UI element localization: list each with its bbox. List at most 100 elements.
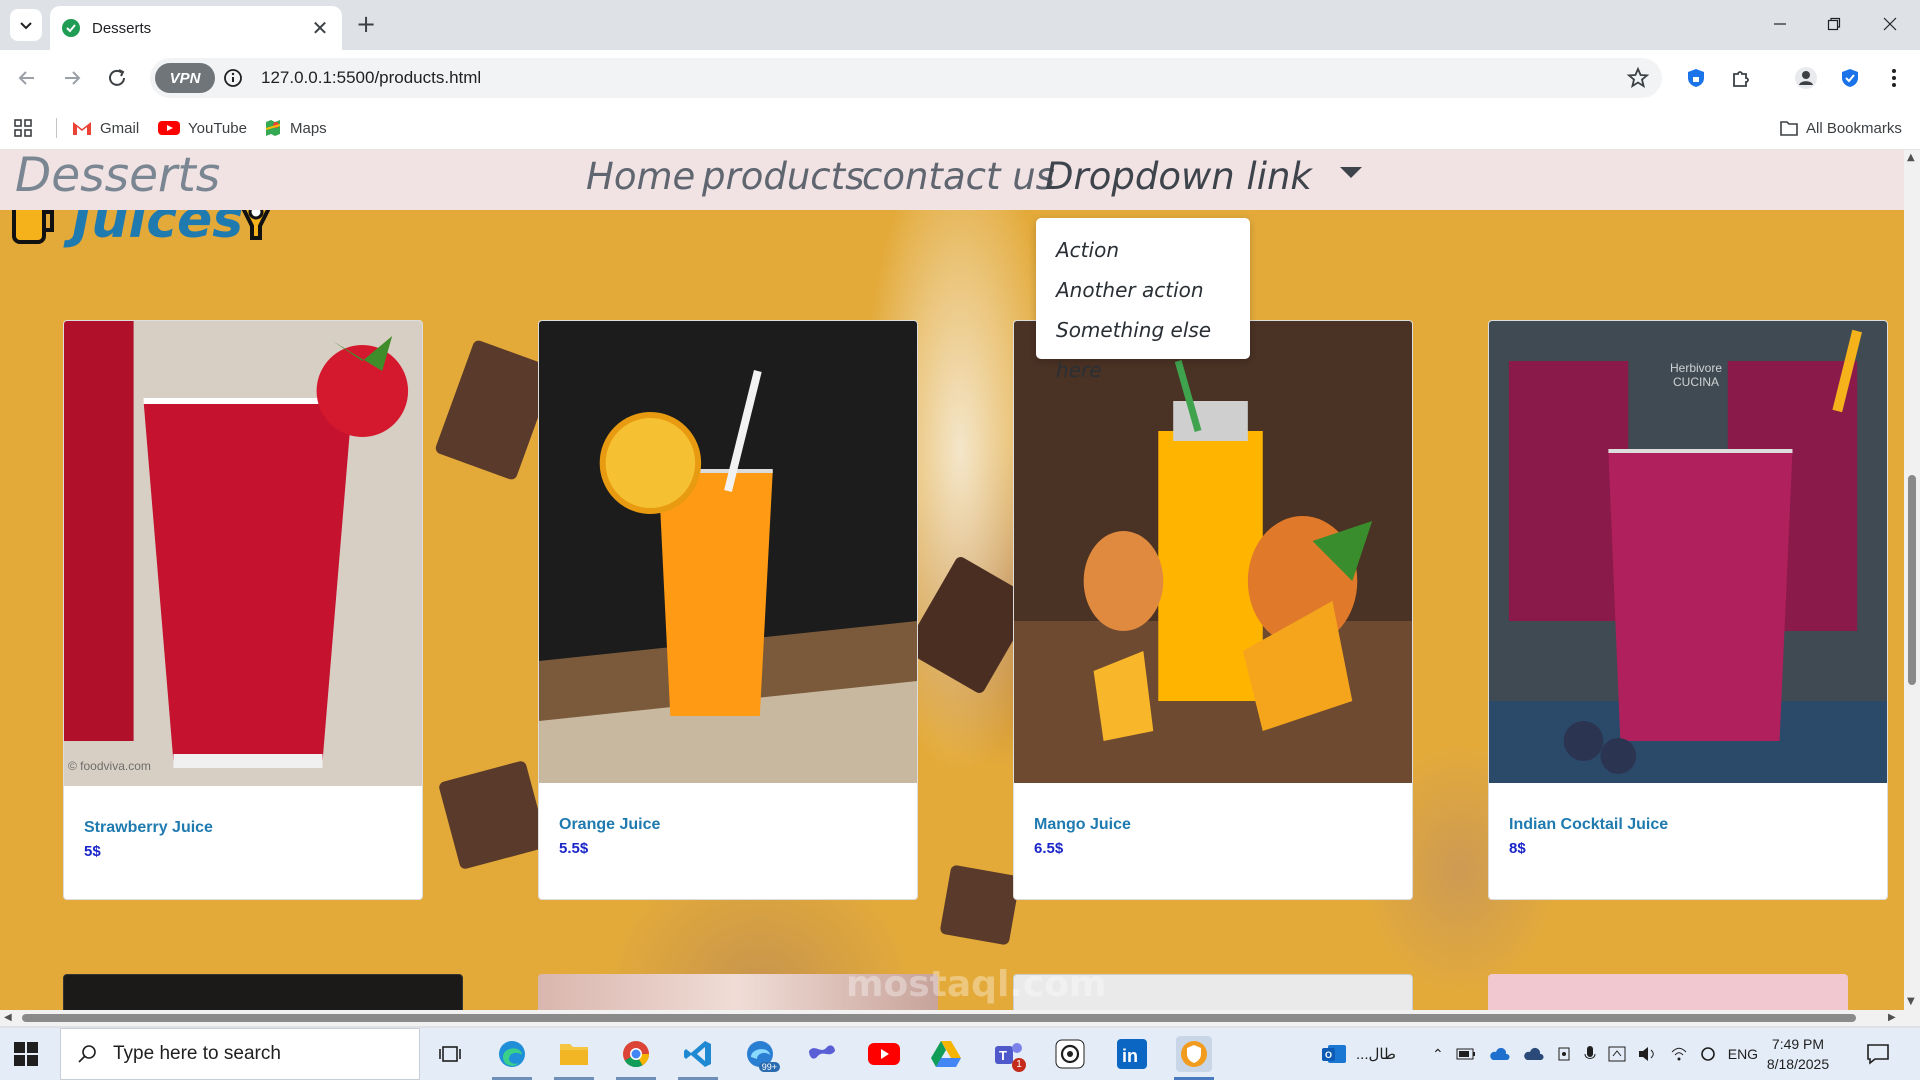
- scroll-up-icon[interactable]: ▲: [1907, 152, 1915, 163]
- product-name[interactable]: Mango Juice: [1034, 816, 1131, 834]
- dropdown-menu: Action Another action Something else her…: [1036, 218, 1250, 382]
- all-bookmarks-button[interactable]: All Bookmarks: [1780, 118, 1902, 138]
- extension-guard-button[interactable]: [1836, 64, 1864, 92]
- arrow-right-icon: [65, 71, 81, 85]
- background-chocolate: [437, 759, 549, 871]
- speaker-icon[interactable]: [1638, 1046, 1658, 1062]
- url-text[interactable]: 127.0.0.1:5500/products.html: [261, 68, 481, 88]
- tab-title: Desserts: [92, 19, 152, 37]
- restore-icon: [1827, 17, 1841, 31]
- bookmark-youtube[interactable]: YouTube: [158, 118, 247, 138]
- page-viewport: Desserts Home products contact us Dropdo…: [0, 150, 1904, 1010]
- site-info-icon[interactable]: [222, 67, 244, 89]
- vertical-scroll-thumb[interactable]: [1908, 475, 1916, 685]
- tab-search-button[interactable]: [10, 9, 42, 41]
- active-tab[interactable]: Desserts ✕: [50, 6, 342, 50]
- profile-icon: [1795, 67, 1817, 89]
- product-name[interactable]: Indian Cocktail Juice: [1509, 816, 1668, 834]
- chatgpt-app[interactable]: [1052, 1036, 1088, 1072]
- vpn-app[interactable]: [1176, 1036, 1212, 1072]
- dropdown-item-action[interactable]: Action: [1036, 230, 1250, 270]
- nav-dropdown-toggle[interactable]: Dropdown link: [1045, 155, 1362, 198]
- chrome-icon: [623, 1041, 650, 1068]
- network-icon[interactable]: [1670, 1046, 1688, 1062]
- reload-button[interactable]: [99, 60, 135, 96]
- folder-icon: [560, 1044, 588, 1065]
- copilot-app[interactable]: [804, 1036, 840, 1072]
- task-view-button[interactable]: [432, 1036, 468, 1072]
- extension-shield-button[interactable]: [1682, 64, 1710, 92]
- taskbar-clock[interactable]: 7:49 PM 8/18/2025: [1748, 1034, 1848, 1074]
- youtube-app[interactable]: [866, 1036, 902, 1072]
- product-card-strawberry[interactable]: © foodviva.com Strawberry Juice 5$: [63, 320, 423, 900]
- bookmark-gmail[interactable]: Gmail: [72, 118, 139, 138]
- dropdown-item-something-else[interactable]: Something else here: [1036, 310, 1250, 382]
- notification-badge: 1: [1012, 1058, 1026, 1072]
- orange-juice-image: [539, 321, 917, 783]
- notification-badge: 99+: [758, 1062, 780, 1072]
- scroll-down-icon[interactable]: ▼: [1907, 996, 1915, 1007]
- apps-button[interactable]: [14, 118, 32, 138]
- product-card-indian-cocktail[interactable]: Herbivore CUCINA Indian Cocktail Juice 8…: [1488, 320, 1888, 900]
- star-bookmark-icon[interactable]: [1626, 66, 1650, 90]
- back-button[interactable]: [9, 60, 45, 96]
- all-bookmarks-label: All Bookmarks: [1806, 119, 1902, 137]
- svg-text:T: T: [999, 1048, 1007, 1063]
- brand-logo[interactable]: Desserts: [15, 150, 220, 203]
- product-name[interactable]: Orange Juice: [559, 816, 660, 834]
- new-tab-button[interactable]: +: [352, 10, 380, 38]
- google-drive-app[interactable]: [928, 1036, 964, 1072]
- nav-home[interactable]: Home: [586, 155, 695, 198]
- product-card-mango[interactable]: Mango Juice 6.5$: [1013, 320, 1413, 900]
- bookmark-maps[interactable]: Maps: [264, 118, 327, 138]
- windows-start-icon[interactable]: [14, 1042, 38, 1066]
- extensions-button[interactable]: [1727, 64, 1755, 92]
- teams-app[interactable]: T 1: [990, 1036, 1026, 1072]
- minimize-icon: [1774, 23, 1786, 25]
- tray-chevron-up-icon[interactable]: ⌃: [1432, 1046, 1444, 1063]
- restore-button[interactable]: [1806, 0, 1862, 48]
- profile-button[interactable]: [1792, 64, 1820, 92]
- shield-lock-icon: [1688, 69, 1704, 87]
- product-card-row2-1[interactable]: [63, 974, 463, 1010]
- nav-contact[interactable]: contact us: [862, 155, 1055, 198]
- close-window-button[interactable]: [1862, 0, 1918, 48]
- file-explorer-app[interactable]: [556, 1036, 592, 1072]
- tray-news-text: ...طال: [1356, 1046, 1396, 1063]
- chrome-app[interactable]: [618, 1036, 654, 1072]
- wifi-lock-icon[interactable]: [1608, 1046, 1626, 1062]
- product-name[interactable]: Strawberry Juice: [84, 819, 213, 837]
- menu-button[interactable]: [1880, 64, 1908, 92]
- nav-dropdown-label: Dropdown link: [1045, 155, 1312, 198]
- notifications-button[interactable]: [1866, 1028, 1890, 1080]
- task-view-icon: [439, 1046, 461, 1062]
- dropdown-item-another-action[interactable]: Another action: [1036, 270, 1250, 310]
- battery-icon[interactable]: [1456, 1048, 1476, 1060]
- scroll-right-icon[interactable]: ▶: [1888, 1012, 1896, 1023]
- onedrive-sync-icon[interactable]: [1522, 1047, 1544, 1061]
- sync-icon[interactable]: [1700, 1046, 1716, 1062]
- indian-cocktail-image: [1489, 321, 1887, 783]
- nav-products[interactable]: products: [702, 155, 864, 198]
- edge-beta-app[interactable]: 99+: [742, 1036, 780, 1072]
- address-bar[interactable]: VPN 127.0.0.1:5500/products.html: [150, 58, 1662, 98]
- vertical-scrollbar[interactable]: ▲ ▼: [1904, 150, 1920, 1010]
- scroll-left-icon[interactable]: ◀: [4, 1012, 12, 1023]
- horizontal-scrollbar[interactable]: ◀ ▶: [0, 1010, 1904, 1026]
- kebab-menu-icon: [1892, 69, 1896, 87]
- forward-button[interactable]: [54, 60, 90, 96]
- minimize-button[interactable]: [1752, 0, 1808, 48]
- onedrive-icon[interactable]: [1488, 1047, 1510, 1061]
- linkedin-app[interactable]: in: [1114, 1036, 1150, 1072]
- vpn-badge[interactable]: VPN: [155, 63, 215, 93]
- taskbar-search[interactable]: Type here to search: [60, 1028, 420, 1080]
- tab-close-icon[interactable]: ✕: [310, 16, 330, 40]
- horizontal-scroll-thumb[interactable]: [22, 1014, 1856, 1022]
- product-card-orange[interactable]: Orange Juice 5.5$: [538, 320, 918, 900]
- meet-now-icon[interactable]: [1556, 1046, 1572, 1062]
- tray-widgets[interactable]: O ...طال: [1322, 1028, 1396, 1080]
- product-card-row2-4[interactable]: [1488, 974, 1848, 1010]
- vscode-app[interactable]: [680, 1036, 716, 1072]
- edge-app[interactable]: [494, 1036, 530, 1072]
- microphone-icon[interactable]: [1584, 1045, 1596, 1063]
